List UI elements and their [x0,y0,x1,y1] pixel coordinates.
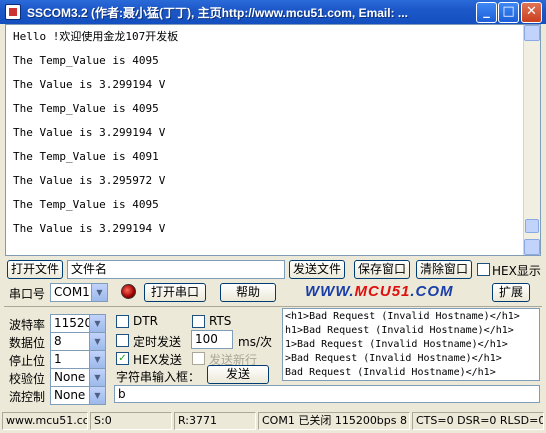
parity-value: None [54,370,86,384]
flow-value: None [54,388,86,402]
interval-input[interactable]: 100 [191,330,233,349]
close-icon: ✕ [526,4,537,19]
timed-send-label: 定时发送 [133,335,182,349]
send-history-line: >Bad Request (Invalid Hostname)</h1> [285,353,502,364]
receive-line: Hello !欢迎使用金龙107开发板 [13,30,179,43]
baud-select[interactable]: 115200 ▼ [50,314,106,333]
save-window-button[interactable]: 保存窗口 [354,260,410,279]
hex-display-checkbox[interactable] [477,263,490,276]
checkmark-icon: ✓ [118,353,127,364]
databits-select[interactable]: 8 ▼ [50,332,106,351]
open-port-button[interactable]: 打开串口 [144,283,206,302]
send-history[interactable]: <h1>Bad Request (Invalid Hostname)</h1> h… [282,308,540,381]
send-button[interactable]: 发送 [207,365,269,384]
help-button[interactable]: 帮助 [220,283,276,302]
receive-line: The Value is 3.295972 V [13,174,166,187]
receive-text: Hello !欢迎使用金龙107开发板 The Temp_Value is 409… [13,25,518,255]
receive-line: The Value is 3.299194 V [13,222,166,235]
chevron-down-icon[interactable]: ▼ [91,284,107,301]
receive-area[interactable]: Hello !欢迎使用金龙107开发板 The Temp_Value is 409… [5,24,541,256]
receive-line: The Temp_Value is 4095 [13,102,159,115]
receive-line: The Temp_Value is 4095 [13,54,159,67]
maximize-button[interactable]: □ [498,2,519,23]
input-label: 字符串输入框： [116,370,201,384]
maximize-icon: □ [502,4,515,19]
stopbits-select[interactable]: 1 ▼ [50,350,106,369]
expand-button[interactable]: 扩展 [492,283,530,302]
string-input[interactable]: b [114,385,540,403]
rts-label: RTS [209,314,232,328]
chevron-down-icon[interactable]: ▼ [89,351,105,368]
send-history-line: h1>Bad Request (Invalid Hostname)</h1> [285,325,514,336]
port-value: COM1 [54,285,90,299]
status-received: R:3771 [174,412,256,430]
mcu51-logo[interactable]: WWW.MCU51.COM [305,283,485,301]
timed-send-checkbox[interactable] [116,334,129,347]
baud-label: 波特率 [9,318,46,332]
clear-window-button[interactable]: 清除窗口 [416,260,472,279]
receive-line: The Temp_Value is 4095 [13,198,159,211]
dtr-checkbox[interactable] [116,315,129,328]
open-file-button[interactable]: 打开文件 [7,260,63,279]
title-bar[interactable]: SSCOM3.2 (作者:聂小猛(丁丁), 主页http://www.mcu51… [0,0,546,24]
status-signals: CTS=0 DSR=0 RLSD=0 [412,412,544,430]
status-site: www.mcu51.com [2,412,88,430]
send-file-button[interactable]: 发送文件 [289,260,345,279]
window-title: SSCOM3.2 (作者:聂小猛(丁丁), 主页http://www.mcu51… [27,6,408,20]
parity-select[interactable]: None ▼ [50,368,106,387]
divider [4,306,542,307]
send-history-line: Bad Request (Invalid Hostname)</h1> [285,367,496,378]
send-history-line: <h1>Bad Request (Invalid Hostname)</h1> [285,311,520,322]
stopbits-value: 1 [54,352,62,366]
scroll-down-button[interactable] [524,239,540,255]
chevron-down-icon[interactable]: ▼ [89,315,105,332]
port-select[interactable]: COM1 ▼ [50,283,108,302]
port-status-led [121,284,136,299]
scroll-up-button[interactable] [524,25,540,41]
close-button[interactable]: ✕ [521,2,542,23]
flow-label: 流控制 [9,390,46,404]
receive-line: The Value is 3.299194 V [13,126,166,139]
hex-send-label: HEX发送 [133,353,182,367]
rts-checkbox[interactable] [192,315,205,328]
dtr-label: DTR [133,314,158,328]
minimize-button[interactable]: _ [476,2,497,23]
vertical-scrollbar[interactable] [523,25,540,255]
minimize-icon: _ [483,4,490,19]
hex-display-label: HEX显示 [492,264,541,278]
databits-value: 8 [54,334,62,348]
send-newline-checkbox[interactable] [192,352,205,365]
interval-unit: ms/次 [238,335,272,349]
databits-label: 数据位 [9,336,46,350]
status-port: COM1 已关闭 115200bps 8 1 [258,412,410,430]
status-sent: S:0 [90,412,172,430]
port-label: 串口号 [9,287,46,301]
stopbits-label: 停止位 [9,354,46,368]
scroll-thumb[interactable] [525,219,539,233]
hex-send-checkbox[interactable]: ✓ [116,352,129,365]
chevron-down-icon[interactable]: ▼ [89,333,105,350]
parity-label: 校验位 [9,372,46,386]
status-bar: www.mcu51.com S:0 R:3771 COM1 已关闭 115200… [0,410,546,433]
app-icon [5,4,21,20]
chevron-down-icon[interactable]: ▼ [89,369,105,386]
filename-field[interactable]: 文件名 [67,260,285,279]
flow-select[interactable]: None ▼ [50,386,106,405]
send-history-line: 1>Bad Request (Invalid Hostname)</h1> [285,339,508,350]
receive-line: The Temp_Value is 4091 [13,150,159,163]
chevron-down-icon[interactable]: ▼ [89,387,105,404]
receive-line: The Value is 3.299194 V [13,78,166,91]
